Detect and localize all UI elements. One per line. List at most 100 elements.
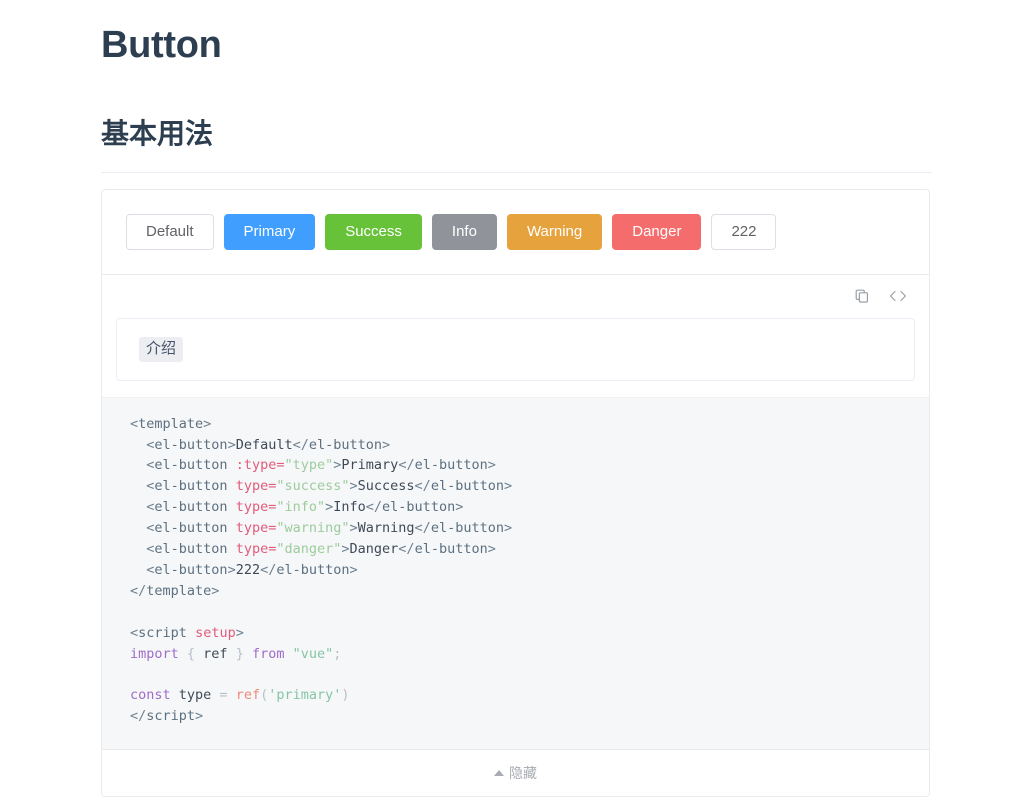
code-token: "info" (276, 499, 326, 516)
demo-button-primary[interactable]: Primary (223, 213, 316, 250)
code-token: "vue" (292, 645, 334, 662)
code-token: el-button (154, 561, 228, 578)
code-token: el-button (154, 436, 228, 453)
code-brackets-icon[interactable] (889, 287, 907, 305)
code-token: type= (235, 541, 277, 558)
code-token: < (130, 415, 139, 432)
code-block: <template> <el-button>Default</el-button… (102, 396, 929, 750)
code-token: const (130, 687, 171, 704)
code-token: > (349, 561, 358, 578)
code-token: </ (260, 561, 277, 578)
intro-section: 介绍 (102, 317, 929, 397)
code-token: ( (260, 687, 269, 704)
section-title: 基本用法 (101, 117, 214, 149)
code-token: > (227, 561, 236, 578)
code-token: > (211, 582, 220, 599)
demo-card: Default Primary Success Info Warning Danger 22… (101, 188, 930, 798)
code-token: "type" (284, 457, 334, 474)
demo-button-warning[interactable]: Warning (506, 213, 603, 250)
code-token: ref (203, 645, 228, 662)
toggle-source-label: 隐藏 (509, 765, 537, 782)
button-row: Default Primary Success Info Warning Danger 22… (126, 213, 905, 250)
toggle-source-inner: 隐藏 (494, 763, 537, 783)
code-token: script (138, 624, 187, 641)
code-token: </ (398, 541, 415, 558)
code-token: > (503, 478, 513, 495)
code-token: > (455, 499, 464, 516)
content-column: Button 基本用法 Default Primary Success Info War… (101, 0, 932, 798)
code-token: type= (235, 520, 277, 537)
code-token: </ (398, 457, 415, 474)
toggle-source-button[interactable]: 隐藏 (102, 749, 929, 797)
code-token: el-button (382, 499, 456, 516)
code-token: "success" (276, 478, 350, 495)
code-token: </ (365, 499, 383, 516)
code-token: > (349, 520, 358, 537)
code-token: > (341, 541, 350, 558)
code-token: el-button (154, 499, 228, 516)
code-token: :type= (235, 457, 285, 474)
code-token: = (211, 687, 236, 704)
code-token: </ (414, 478, 431, 495)
demo-button-222[interactable]: 222 (711, 213, 777, 250)
code-token: el-button (154, 541, 228, 558)
code-token: el-button (414, 457, 488, 474)
code-token: el-button (276, 561, 350, 578)
caret-up-icon (494, 770, 504, 777)
code-token: "danger" (276, 541, 342, 558)
code-token: ref (235, 687, 261, 704)
code-token: import (130, 645, 179, 662)
code-token: from (251, 645, 285, 662)
code-token: el-button (430, 478, 504, 495)
intro-inline-code: 介绍 (139, 336, 184, 362)
code-token: ) (341, 687, 350, 704)
code-token: > (487, 457, 496, 474)
code-token: 'primary' (268, 687, 342, 704)
code-token: el-button (308, 436, 383, 453)
code-token: Default (235, 436, 293, 453)
code-token: template (138, 415, 204, 432)
code-token: Info (333, 499, 366, 516)
demo-button-danger[interactable]: Danger (612, 213, 702, 250)
code-token: > (235, 624, 244, 641)
demo-preview-area: Default Primary Success Info Warning Danger 22… (102, 190, 929, 274)
code-token: type= (235, 499, 277, 516)
code-token: < (130, 624, 139, 641)
code-token: > (227, 436, 236, 453)
code-token: > (203, 415, 212, 432)
code-token: type (178, 687, 212, 704)
code-token: </ (414, 520, 431, 537)
demo-button-info[interactable]: Info (431, 213, 497, 250)
code-token: setup (195, 624, 236, 641)
code-token: template (146, 582, 212, 599)
code-token: > (503, 520, 513, 537)
section-divider (101, 171, 932, 173)
intro-box: 介绍 (116, 317, 915, 381)
code-token: </ (130, 582, 147, 599)
demo-button-default[interactable]: Default (126, 213, 214, 250)
code-token: > (382, 436, 391, 453)
code-token: script (146, 708, 196, 725)
code-token: Danger (349, 541, 399, 558)
code-token: Primary (341, 457, 399, 474)
documentation-page: Button 基本用法 Default Primary Success Info War… (0, 0, 1012, 811)
demo-button-success[interactable]: Success (325, 213, 422, 250)
code-token: 222 (235, 561, 261, 578)
code-token: "warning" (276, 520, 350, 537)
code-token: ; (333, 645, 342, 662)
copy-icon[interactable] (853, 287, 871, 305)
code-token: Warning (357, 520, 415, 537)
